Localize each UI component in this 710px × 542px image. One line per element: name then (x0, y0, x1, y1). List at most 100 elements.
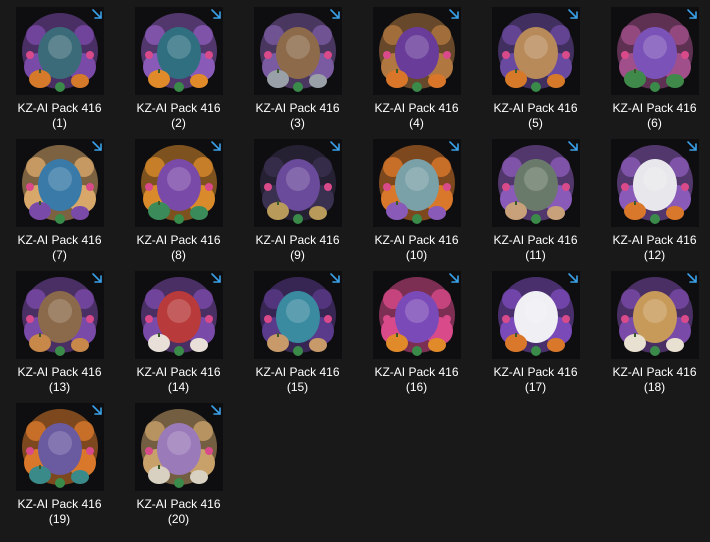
shortcut-arrow-icon (91, 141, 102, 151)
file-item[interactable]: KZ-AI Pack 416 (4) (357, 4, 476, 136)
file-item[interactable]: KZ-AI Pack 416 (15) (238, 268, 357, 400)
file-thumbnail (372, 7, 461, 95)
file-item[interactable]: KZ-AI Pack 416 (16) (357, 268, 476, 400)
file-thumbnail (372, 139, 461, 227)
file-thumbnail (134, 403, 223, 491)
file-name-label: KZ-AI Pack 416 (18) (599, 365, 710, 395)
file-name-label: KZ-AI Pack 416 (11) (480, 233, 592, 263)
file-name-label: KZ-AI Pack 416 (3) (242, 101, 354, 131)
file-name: KZ-AI Pack 416 (255, 233, 340, 247)
file-thumbnail (134, 139, 223, 227)
file-name-label: KZ-AI Pack 416 (13) (4, 365, 116, 395)
file-item[interactable]: KZ-AI Pack 416 (8) (119, 136, 238, 268)
shortcut-arrow-icon (686, 141, 697, 151)
file-name: KZ-AI Pack 416 (136, 497, 221, 511)
file-name-label: KZ-AI Pack 416 (1) (4, 101, 116, 131)
file-index: (12) (643, 248, 666, 262)
file-thumbnail (253, 139, 342, 227)
file-index: (4) (409, 116, 424, 130)
file-thumbnail (134, 271, 223, 359)
file-item[interactable]: KZ-AI Pack 416 (2) (119, 4, 238, 136)
shortcut-arrow-icon (210, 9, 221, 19)
file-item[interactable]: KZ-AI Pack 416 (7) (0, 136, 119, 268)
file-item[interactable]: KZ-AI Pack 416 (3) (238, 4, 357, 136)
file-name: KZ-AI Pack 416 (136, 101, 221, 115)
file-thumbnail (15, 139, 104, 227)
file-name: KZ-AI Pack 416 (17, 497, 102, 511)
file-name: KZ-AI Pack 416 (612, 365, 697, 379)
file-thumbnail (491, 271, 580, 359)
shortcut-arrow-icon (210, 141, 221, 151)
file-name: KZ-AI Pack 416 (493, 365, 578, 379)
file-name: KZ-AI Pack 416 (136, 365, 221, 379)
file-name-label: KZ-AI Pack 416 (15) (242, 365, 354, 395)
file-index: (1) (52, 116, 67, 130)
file-thumbnail (134, 7, 223, 95)
file-name: KZ-AI Pack 416 (17, 101, 102, 115)
file-index: (14) (167, 380, 190, 394)
file-name: KZ-AI Pack 416 (374, 365, 459, 379)
file-item[interactable]: KZ-AI Pack 416 (5) (476, 4, 595, 136)
file-item[interactable]: KZ-AI Pack 416 (17) (476, 268, 595, 400)
shortcut-arrow-icon (567, 9, 578, 19)
shortcut-arrow-icon (448, 141, 459, 151)
file-thumbnail (491, 139, 580, 227)
file-index: (13) (48, 380, 71, 394)
file-thumbnail (253, 271, 342, 359)
file-name: KZ-AI Pack 416 (136, 233, 221, 247)
file-index: (16) (405, 380, 428, 394)
file-name-label: KZ-AI Pack 416 (9) (242, 233, 354, 263)
file-name: KZ-AI Pack 416 (17, 365, 102, 379)
file-name: KZ-AI Pack 416 (255, 365, 340, 379)
file-index: (9) (290, 248, 305, 262)
file-thumbnail (15, 7, 104, 95)
file-name: KZ-AI Pack 416 (17, 233, 102, 247)
file-name: KZ-AI Pack 416 (374, 101, 459, 115)
file-index: (3) (290, 116, 305, 130)
shortcut-arrow-icon (329, 9, 340, 19)
file-index: (20) (167, 512, 190, 526)
file-thumbnail (491, 7, 580, 95)
file-item[interactable]: KZ-AI Pack 416 (9) (238, 136, 357, 268)
file-item[interactable]: KZ-AI Pack 416 (10) (357, 136, 476, 268)
file-item[interactable]: KZ-AI Pack 416 (12) (595, 136, 710, 268)
shortcut-arrow-icon (567, 141, 578, 151)
file-item[interactable]: KZ-AI Pack 416 (13) (0, 268, 119, 400)
file-name-label: KZ-AI Pack 416 (14) (123, 365, 235, 395)
shortcut-arrow-icon (91, 9, 102, 19)
file-thumbnail (372, 271, 461, 359)
file-index: (7) (52, 248, 67, 262)
file-thumbnail (253, 7, 342, 95)
file-name-label: KZ-AI Pack 416 (7) (4, 233, 116, 263)
file-name: KZ-AI Pack 416 (374, 233, 459, 247)
file-thumbnail (610, 7, 699, 95)
file-name-label: KZ-AI Pack 416 (10) (361, 233, 473, 263)
file-name-label: KZ-AI Pack 416 (5) (480, 101, 592, 131)
shortcut-arrow-icon (448, 273, 459, 283)
shortcut-arrow-icon (686, 273, 697, 283)
file-name-label: KZ-AI Pack 416 (6) (599, 101, 710, 131)
file-name-label: KZ-AI Pack 416 (12) (599, 233, 710, 263)
shortcut-arrow-icon (210, 405, 221, 415)
shortcut-arrow-icon (329, 141, 340, 151)
shortcut-arrow-icon (210, 273, 221, 283)
file-index: (5) (528, 116, 543, 130)
shortcut-arrow-icon (567, 273, 578, 283)
file-name-label: KZ-AI Pack 416 (2) (123, 101, 235, 131)
file-item[interactable]: KZ-AI Pack 416 (14) (119, 268, 238, 400)
file-grid: KZ-AI Pack 416 (1) KZ-AI Pack 416 (2) KZ-AI … (0, 0, 710, 542)
file-thumbnail (15, 403, 104, 491)
file-index: (2) (171, 116, 186, 130)
file-item[interactable]: KZ-AI Pack 416 (18) (595, 268, 710, 400)
file-item[interactable]: KZ-AI Pack 416 (6) (595, 4, 710, 136)
file-index: (8) (171, 248, 186, 262)
file-name-label: KZ-AI Pack 416 (16) (361, 365, 473, 395)
file-item[interactable]: KZ-AI Pack 416 (11) (476, 136, 595, 268)
file-name-label: KZ-AI Pack 416 (20) (123, 497, 235, 527)
file-item[interactable]: KZ-AI Pack 416 (20) (119, 400, 238, 532)
shortcut-arrow-icon (448, 9, 459, 19)
file-item[interactable]: KZ-AI Pack 416 (19) (0, 400, 119, 532)
file-name: KZ-AI Pack 416 (493, 233, 578, 247)
file-name-label: KZ-AI Pack 416 (17) (480, 365, 592, 395)
file-item[interactable]: KZ-AI Pack 416 (1) (0, 4, 119, 136)
